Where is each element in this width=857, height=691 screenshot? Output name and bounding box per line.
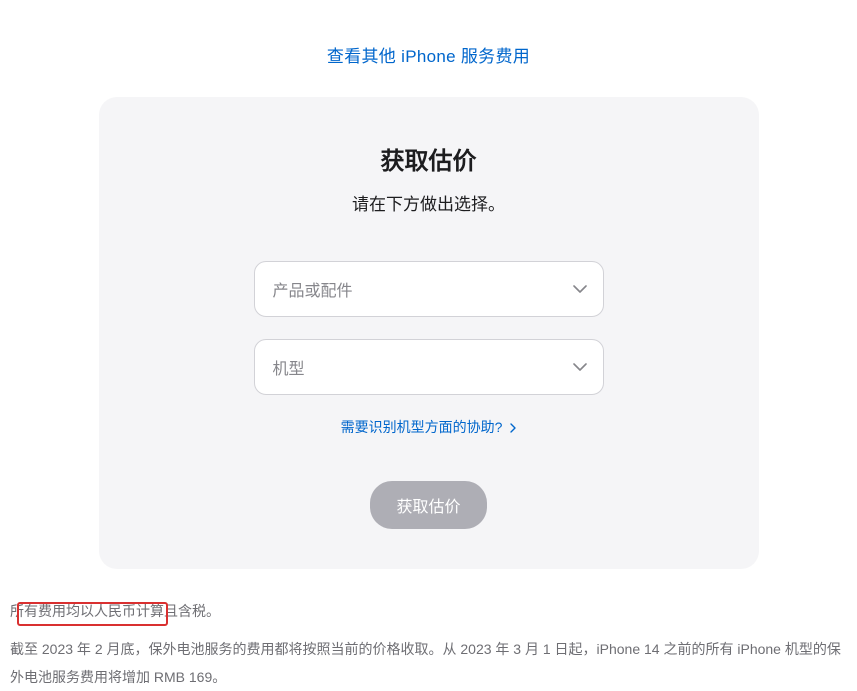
product-select[interactable]: 产品或配件 xyxy=(254,261,604,317)
chevron-right-icon xyxy=(510,420,516,436)
help-link-label: 需要识别机型方面的协助? xyxy=(341,419,503,435)
product-select-placeholder: 产品或配件 xyxy=(273,277,353,301)
model-select-placeholder: 机型 xyxy=(273,355,305,379)
help-link-container: 需要识别机型方面的协助? xyxy=(149,417,709,437)
footer-line-2: 截至 2023 年 2 月底，保外电池服务的费用都将按照当前的价格收取。从 20… xyxy=(10,635,847,691)
product-select-wrap: 产品或配件 xyxy=(254,261,604,317)
footer-notes: 所有费用均以人民币计算且含税。 截至 2023 年 2 月底，保外电池服务的费用… xyxy=(0,569,857,691)
identify-model-link[interactable]: 需要识别机型方面的协助? xyxy=(341,419,517,435)
chevron-down-icon xyxy=(573,363,587,371)
other-services-link[interactable]: 查看其他 iPhone 服务费用 xyxy=(327,47,530,66)
chevron-down-icon xyxy=(573,285,587,293)
estimate-card: 获取估价 请在下方做出选择。 产品或配件 机型 需要识别机型方面的协助? 获取估… xyxy=(99,97,759,569)
get-estimate-button[interactable]: 获取估价 xyxy=(370,481,486,529)
top-link-container: 查看其他 iPhone 服务费用 xyxy=(0,0,857,97)
model-select[interactable]: 机型 xyxy=(254,339,604,395)
card-title: 获取估价 xyxy=(149,141,709,176)
footer-line-1: 所有费用均以人民币计算且含税。 xyxy=(10,597,847,625)
card-subtitle: 请在下方做出选择。 xyxy=(149,190,709,215)
model-select-wrap: 机型 xyxy=(254,339,604,395)
